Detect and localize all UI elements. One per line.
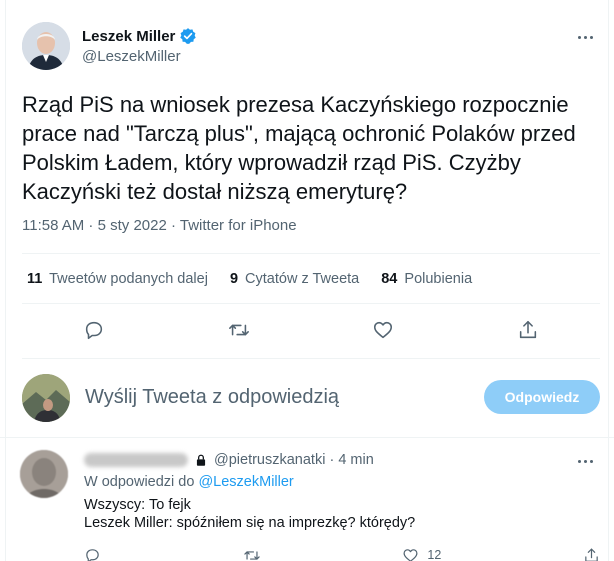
author-avatar[interactable] (22, 22, 70, 70)
reply-like-icon (403, 548, 418, 561)
reply-composer: Wyślij Tweeta z odpowiedzią Odpowiedz (22, 372, 600, 424)
current-user-avatar[interactable] (22, 374, 70, 422)
tweet-text: Rząd PiS na wniosek prezesa Kaczyńskiego… (22, 92, 576, 204)
retweet-icon[interactable] (225, 316, 253, 344)
tweet-stats: 11 Tweetów podanych dalej 9 Cytatów z Tw… (27, 271, 472, 287)
reply-handle-time[interactable]: @pietruszkanatki · 4 min (214, 452, 374, 468)
reply-button[interactable]: Odpowiedz (484, 380, 600, 414)
reply-text-line: Wszyscy: To fejk (84, 497, 191, 513)
reply-reply-icon[interactable] (84, 547, 101, 561)
reply-retweet-icon[interactable] (243, 547, 261, 561)
tweet-timestamp[interactable]: 11:58 AM · 5 sty 2022 · Twitter for iPho… (22, 217, 297, 234)
reply-action-bar: 12 (84, 545, 600, 561)
reply-text-line: Leszek Miller: spóźniłem się na imprezkę… (84, 515, 416, 531)
author-display-name[interactable]: Leszek Miller (82, 28, 175, 45)
divider (0, 437, 614, 438)
verified-badge-icon (180, 28, 197, 44)
divider (22, 303, 600, 304)
reply-share-icon[interactable] (583, 547, 600, 561)
stat-retweets[interactable]: 11 Tweetów podanych dalej (27, 271, 208, 287)
share-icon[interactable] (514, 316, 542, 344)
reply-like-button[interactable]: 12 (402, 547, 441, 561)
divider (22, 253, 600, 254)
reply-author-name-redacted[interactable] (84, 453, 188, 467)
reply-input[interactable]: Wyślij Tweeta z odpowiedzią (85, 386, 339, 409)
stat-likes[interactable]: 84 Polubienia (381, 271, 472, 287)
more-options-icon[interactable] (574, 28, 596, 46)
reply-to-line: W odpowiedzi do @LeszekMiller (84, 474, 294, 490)
author-name-row[interactable]: Leszek Miller (82, 27, 197, 45)
divider (22, 358, 600, 359)
like-icon[interactable] (369, 316, 397, 344)
reply-author-avatar[interactable] (20, 450, 68, 498)
tweet-action-bar (22, 316, 600, 344)
reply-to-handle-link[interactable]: @LeszekMiller (198, 474, 293, 490)
author-handle[interactable]: @LeszekMiller (82, 48, 181, 65)
lock-icon (196, 454, 206, 466)
stat-quotes[interactable]: 9 Cytatów z Tweeta (230, 271, 359, 287)
reply-more-options-icon[interactable] (574, 452, 596, 470)
reply-like-count: 12 (427, 548, 442, 561)
reply-header: @pietruszkanatki · 4 min (84, 452, 374, 468)
reply-icon[interactable] (80, 316, 108, 344)
